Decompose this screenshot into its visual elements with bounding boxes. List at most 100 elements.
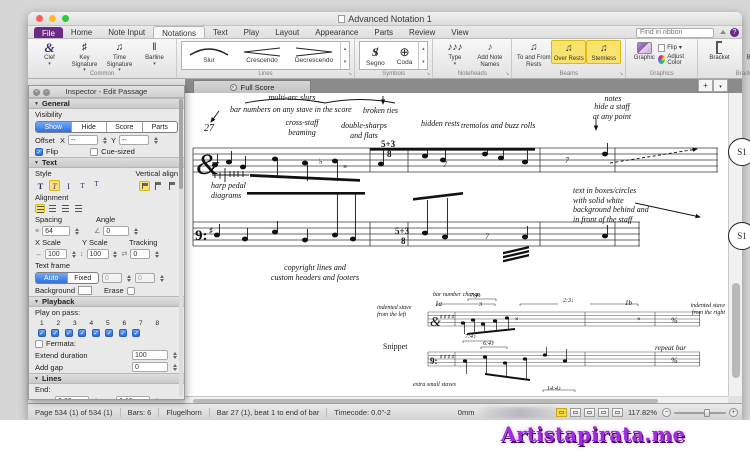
barline-button[interactable]: ‖ Barline ▾ xyxy=(137,40,172,67)
pass-2-checkbox[interactable]: ✓ xyxy=(51,329,60,337)
score-page[interactable]: & ♭ 9: ♯ 5+3 8 5+3 8 & 9: ♯ ♯ ♯ ♯ ♯ ♯ ♯ … xyxy=(185,93,728,396)
line-end-x-stepper[interactable] xyxy=(92,396,99,399)
tab-text[interactable]: Text xyxy=(205,26,236,38)
tab-view[interactable]: View xyxy=(443,26,476,38)
pass-4-checkbox[interactable]: ✓ xyxy=(78,329,87,337)
notehead-type-button[interactable]: ♪♪♪ Type ▾ xyxy=(437,40,472,67)
bracket-button[interactable]: Bracket xyxy=(702,40,737,62)
symbols-dialog-launcher-icon[interactable]: ↘ xyxy=(426,71,430,77)
brace-button[interactable]: { Brace xyxy=(737,40,750,62)
zoom-slider[interactable] xyxy=(674,408,726,417)
frame-height-field[interactable]: 0 xyxy=(135,273,155,283)
panorama-view-button[interactable] xyxy=(555,408,567,417)
frame-width-field[interactable]: 0 xyxy=(102,273,122,283)
help-button[interactable]: ? xyxy=(730,28,739,37)
spacing-field[interactable]: 64 xyxy=(42,226,71,236)
vertical-scrollbar-thumb[interactable] xyxy=(731,283,740,378)
tracking-field[interactable]: 0 xyxy=(130,249,151,259)
tab-appearance[interactable]: Appearance xyxy=(307,26,366,38)
time-signature-button[interactable]: ♫ Time Signature ▾ xyxy=(102,40,137,73)
pass-6-checkbox[interactable]: ✓ xyxy=(105,329,114,337)
offset-x-field[interactable]: -- xyxy=(68,135,99,145)
zoom-out-button[interactable]: − xyxy=(662,408,671,417)
italic-style-button[interactable]: T xyxy=(49,180,60,191)
portrait-view-button[interactable] xyxy=(597,408,609,417)
parts-button[interactable]: Parts xyxy=(141,122,178,132)
full-score-tab[interactable]: × Full Score xyxy=(193,80,311,93)
pass-8-checkbox[interactable]: ✓ xyxy=(132,329,141,337)
whole-page-view-button[interactable] xyxy=(611,408,623,417)
angle-field[interactable]: 0 xyxy=(103,226,130,236)
adjust-color-button[interactable]: Adjust Color xyxy=(658,54,693,66)
slur-button[interactable]: Slur xyxy=(182,42,236,69)
bold-style-button[interactable]: T xyxy=(35,180,46,191)
tab-note-input[interactable]: Note Input xyxy=(100,26,153,38)
pass-7-checkbox[interactable]: ✓ xyxy=(118,329,127,337)
inspector-collapse-button[interactable]: − xyxy=(43,88,50,96)
cue-sized-checkbox[interactable] xyxy=(90,147,99,156)
align-justify-button[interactable] xyxy=(74,204,84,213)
vertical-align-middle-button[interactable] xyxy=(153,181,164,191)
line-end-x-field[interactable]: 0.69 xyxy=(55,396,90,399)
graphic-button[interactable]: Graphic xyxy=(630,40,658,62)
scroll-up-icon[interactable]: ▴ xyxy=(344,46,347,52)
vertical-align-bottom-button[interactable] xyxy=(167,181,178,191)
zoom-in-button[interactable]: + xyxy=(729,408,738,417)
stemless-button[interactable]: ♫ Stemless xyxy=(586,40,622,64)
extend-duration-field[interactable]: 100 xyxy=(132,350,168,360)
tab-home[interactable]: Home xyxy=(63,26,100,38)
pass-1-checkbox[interactable]: ✓ xyxy=(37,329,46,337)
line-end-y-stepper[interactable] xyxy=(153,396,160,399)
add-note-names-button[interactable]: ♪ Add Note Names xyxy=(472,40,507,68)
x-scale-stepper[interactable] xyxy=(70,249,77,259)
frame-height-stepper[interactable] xyxy=(158,273,165,283)
offset-y-field[interactable]: -- xyxy=(119,135,150,145)
decrescendo-button[interactable]: Decrescendo xyxy=(288,42,340,69)
auto-button[interactable]: Auto xyxy=(36,273,67,283)
find-in-ribbon-input[interactable] xyxy=(636,27,714,38)
inspector-close-button[interactable]: × xyxy=(33,88,40,96)
beams-dialog-launcher-icon[interactable]: ↘ xyxy=(619,71,623,77)
horizontal-scrollbar-thumb[interactable] xyxy=(193,398,658,403)
pass-3-checkbox[interactable]: ✓ xyxy=(64,329,73,337)
tab-layout[interactable]: Layout xyxy=(267,26,307,38)
align-left-button[interactable] xyxy=(35,204,45,213)
scroll-down-icon[interactable]: ▾ xyxy=(344,59,347,65)
tab-file[interactable]: File xyxy=(34,27,63,38)
offset-x-stepper[interactable] xyxy=(101,135,108,145)
add-gap-stepper[interactable] xyxy=(171,362,178,372)
coda-button[interactable]: ⊕ Coda xyxy=(391,42,419,69)
tab-review[interactable]: Review xyxy=(401,26,443,38)
tab-list-button[interactable]: ▾ xyxy=(713,79,728,92)
score-button[interactable]: Score xyxy=(106,122,142,132)
hide-button[interactable]: Hide xyxy=(70,122,107,132)
fermata-checkbox[interactable] xyxy=(35,339,43,348)
zoom-slider-thumb[interactable] xyxy=(704,408,710,417)
angle-stepper[interactable] xyxy=(132,226,139,236)
line-end-y-field[interactable]: 6.19 xyxy=(116,396,151,399)
offset-y-stepper[interactable] xyxy=(152,135,159,145)
lines-gallery-scroll[interactable]: ▴ ▾ xyxy=(340,42,349,69)
scroll-up-icon[interactable]: ▴ xyxy=(422,46,425,52)
collapse-ribbon-icon[interactable] xyxy=(720,30,726,34)
tab-notations[interactable]: Notations xyxy=(153,26,205,38)
segno-button[interactable]: S / Segno xyxy=(360,42,391,69)
pass-5-checkbox[interactable]: ✓ xyxy=(91,329,100,337)
close-tab-icon[interactable]: × xyxy=(229,83,237,91)
spacing-stepper[interactable] xyxy=(73,226,80,236)
section-playback[interactable]: ▼ Playback xyxy=(29,296,184,307)
vertical-align-top-button[interactable] xyxy=(139,180,150,191)
y-scale-stepper[interactable] xyxy=(112,249,119,259)
tracking-stepper[interactable] xyxy=(153,249,160,259)
over-rests-button[interactable]: ♫ Over Rests xyxy=(551,40,587,64)
section-text[interactable]: ▼ Text xyxy=(29,157,184,168)
scroll-down-icon[interactable]: ▾ xyxy=(422,59,425,65)
inspector-header[interactable]: × − Inspector - Edit Passage xyxy=(29,86,184,98)
section-general[interactable]: ▼ General xyxy=(29,98,184,109)
frame-width-stepper[interactable] xyxy=(125,273,132,283)
crescendo-button[interactable]: Crescendo xyxy=(236,42,288,69)
section-lines[interactable]: ▼ Lines xyxy=(29,373,184,384)
y-scale-field[interactable]: 100 xyxy=(86,249,109,259)
align-right-button[interactable] xyxy=(61,204,71,213)
fixed-button[interactable]: Fixed xyxy=(66,273,99,283)
